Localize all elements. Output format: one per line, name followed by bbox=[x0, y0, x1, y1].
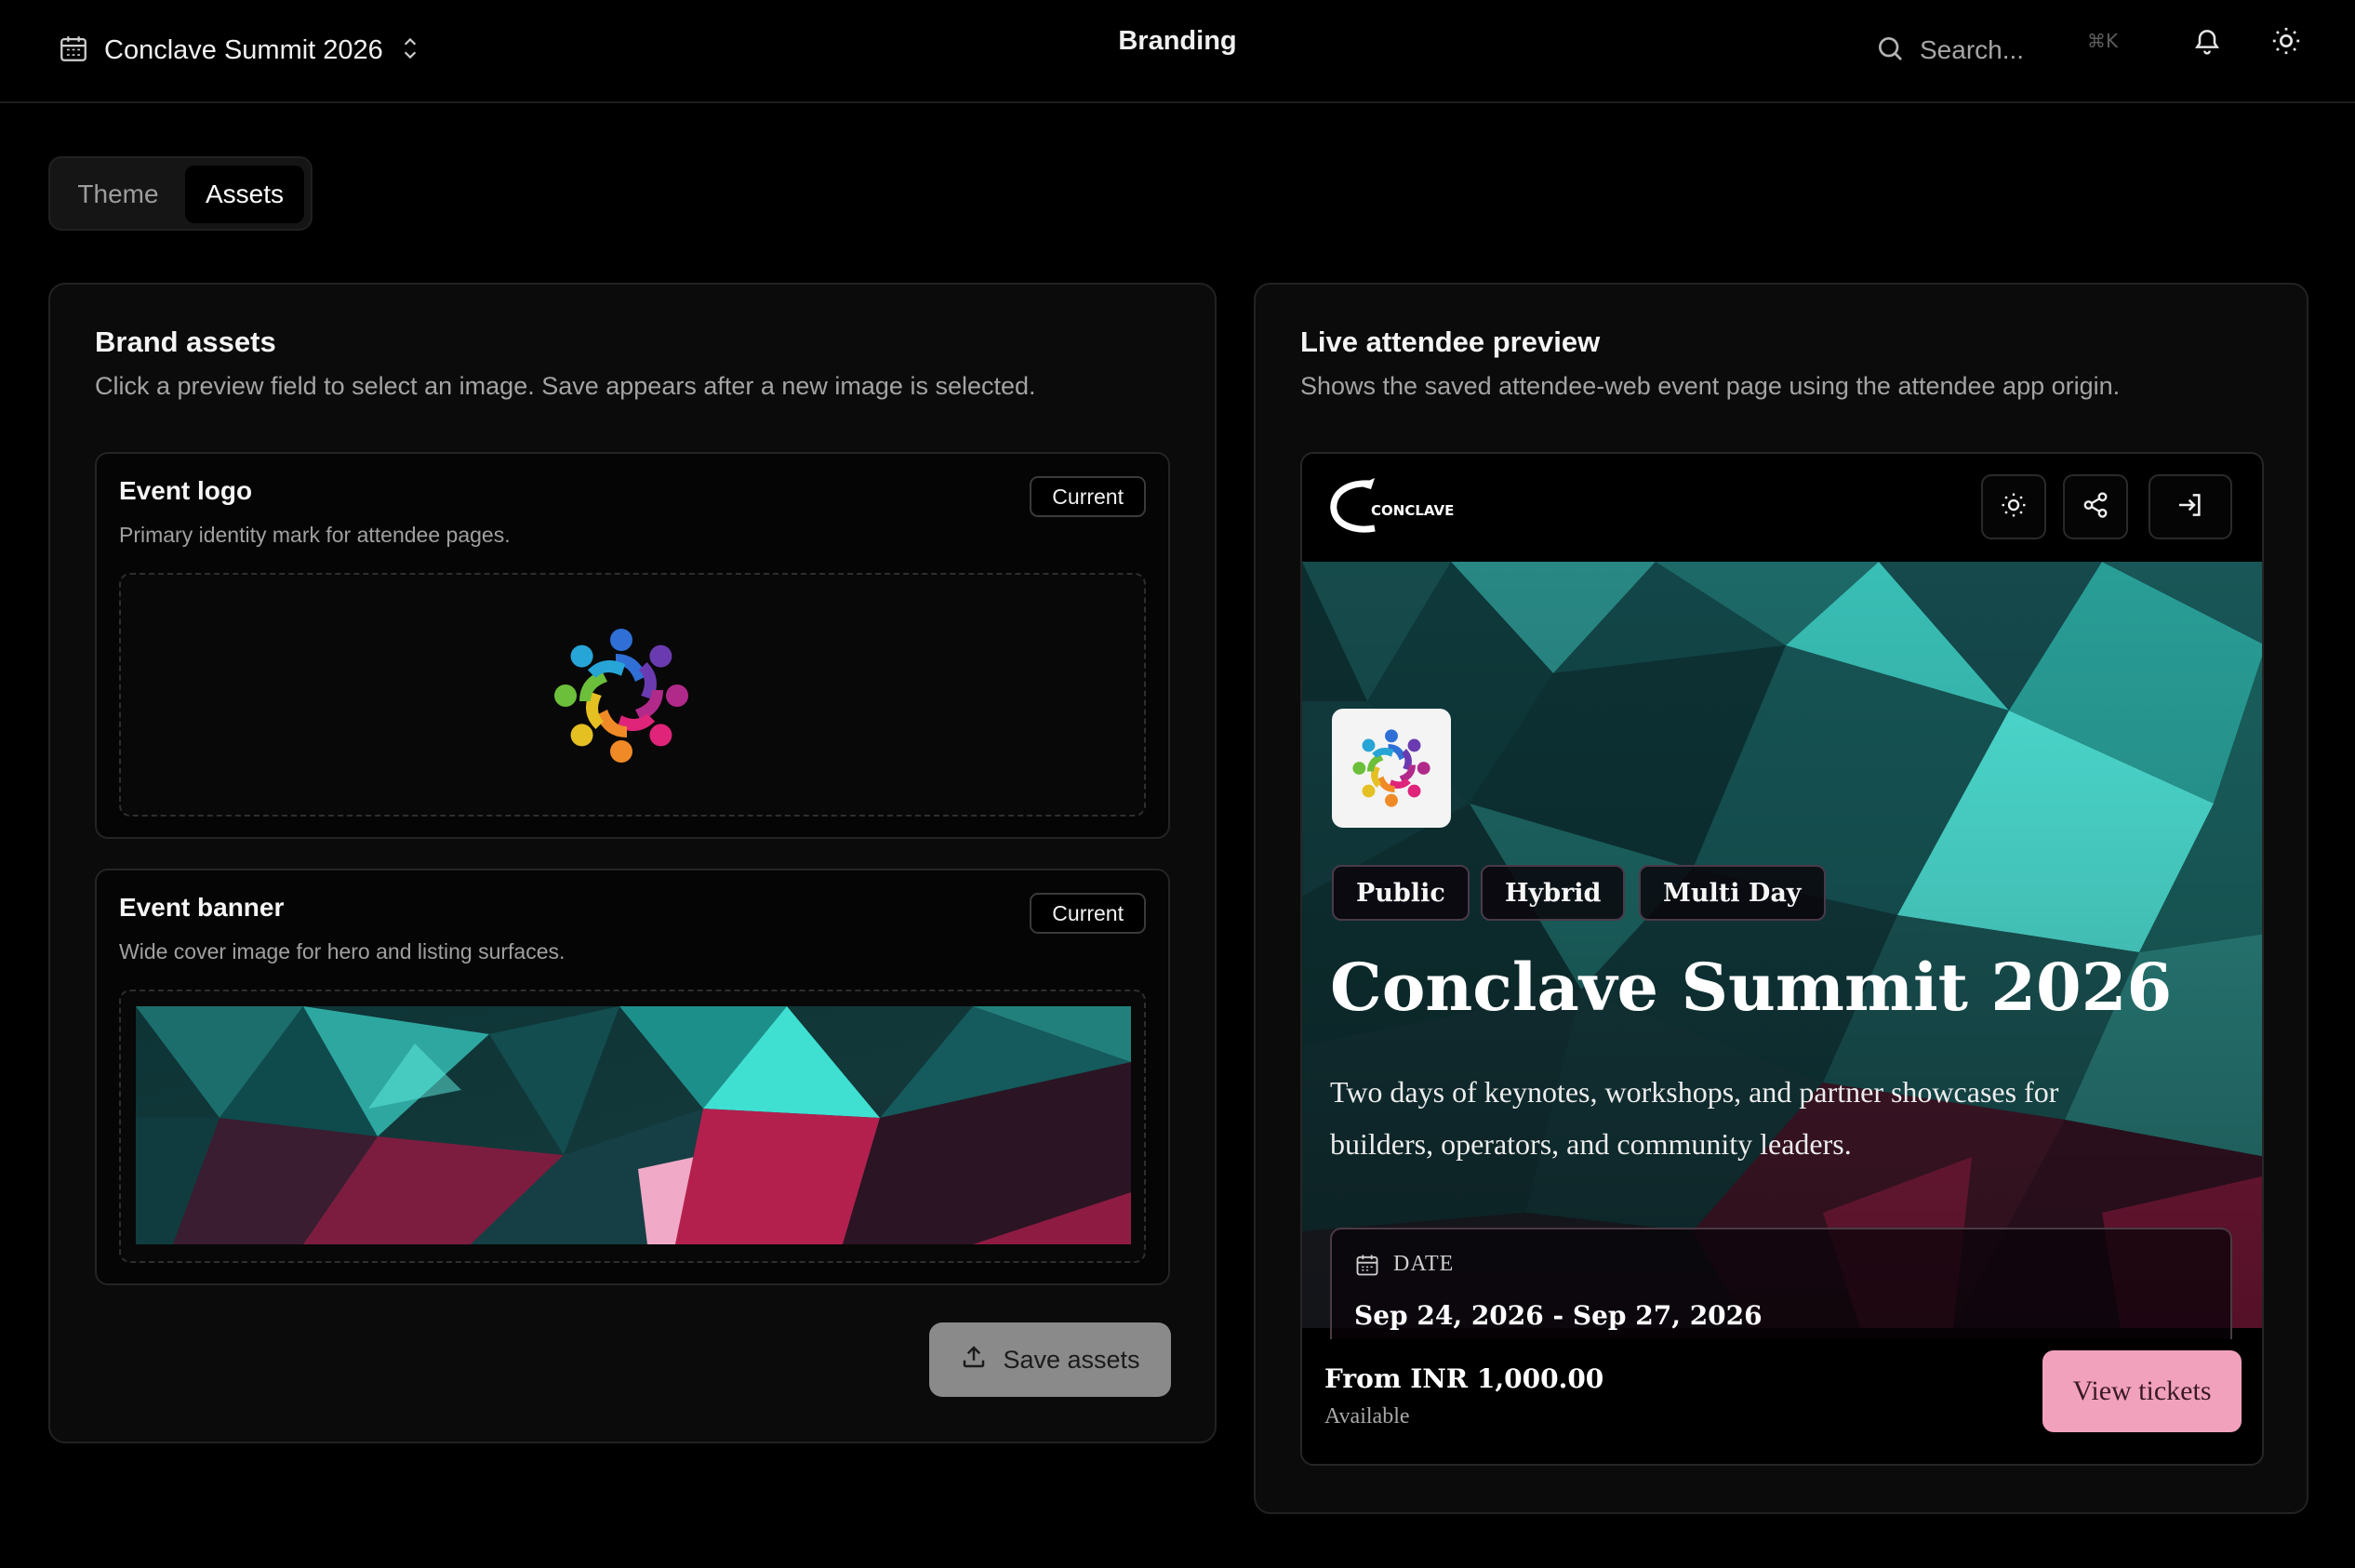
upload-icon bbox=[960, 1343, 988, 1377]
event-logo-description: Primary identity mark for attendee pages… bbox=[119, 523, 511, 547]
tab-theme[interactable]: Theme bbox=[58, 166, 179, 223]
date-card: DATE Sep 24, 2026 - Sep 27, 2026 bbox=[1330, 1228, 2232, 1339]
save-assets-button[interactable]: Save assets bbox=[929, 1322, 1171, 1397]
event-logo-image bbox=[554, 629, 688, 763]
preview-theme-button[interactable] bbox=[1981, 474, 2046, 539]
tab-assets[interactable]: Assets bbox=[185, 166, 304, 223]
event-name: Conclave Summit 2026 bbox=[104, 34, 383, 65]
tag-public: Public bbox=[1332, 865, 1470, 921]
preview-hero bbox=[1302, 562, 2262, 1328]
event-banner-title: Event banner bbox=[119, 893, 285, 922]
preview-event-title: Conclave Summit 2026 bbox=[1330, 949, 2173, 1026]
conclave-brand-logo: CONCLAVE bbox=[1330, 476, 1488, 542]
search-shortcut: ⌘K bbox=[2087, 30, 2119, 52]
preview-login-button[interactable] bbox=[2149, 474, 2232, 539]
event-banner-card: Event banner Wide cover image for hero a… bbox=[95, 869, 1170, 1285]
preview-share-button[interactable] bbox=[2063, 474, 2128, 539]
view-tickets-button[interactable]: View tickets bbox=[2042, 1350, 2242, 1432]
bell-icon bbox=[2192, 25, 2222, 61]
event-banner-description: Wide cover image for hero and listing su… bbox=[119, 939, 565, 963]
search-placeholder: Search... bbox=[1920, 35, 2025, 64]
brand-assets-description: Click a preview field to select an image… bbox=[95, 372, 1036, 400]
theme-toggle-button[interactable] bbox=[2258, 15, 2314, 71]
ticket-availability: Available bbox=[1324, 1404, 1410, 1428]
tag-multi-day: Multi Day bbox=[1639, 865, 1826, 921]
preview-ticket-footer: From INR 1,000.00 Available View tickets bbox=[1302, 1328, 2262, 1464]
event-banner-dropzone[interactable] bbox=[119, 990, 1146, 1263]
live-preview-description: Shows the saved attendee-web event page … bbox=[1300, 372, 2121, 400]
notifications-button[interactable] bbox=[2179, 15, 2235, 71]
event-switcher[interactable]: Conclave Summit 2026 bbox=[58, 24, 422, 76]
event-logo-dropzone[interactable] bbox=[119, 573, 1146, 817]
calendar-icon bbox=[1354, 1252, 1380, 1282]
live-preview-title: Live attendee preview bbox=[1300, 326, 1601, 358]
chevron-up-down-icon bbox=[398, 34, 422, 67]
svg-text:CONCLAVE: CONCLAVE bbox=[1371, 502, 1454, 519]
share-icon bbox=[2082, 491, 2109, 524]
branding-tabs: Theme Assets bbox=[48, 156, 313, 231]
brand-assets-title: Brand assets bbox=[95, 326, 276, 358]
calendar-icon bbox=[58, 33, 89, 69]
login-icon bbox=[2175, 490, 2205, 525]
preview-navbar: CONCLAVE bbox=[1302, 454, 2262, 562]
event-banner-status-badge: Current bbox=[1030, 893, 1146, 934]
ticket-price: From INR 1,000.00 bbox=[1324, 1363, 1604, 1394]
sun-icon bbox=[2270, 25, 2302, 61]
preview-event-logo bbox=[1332, 709, 1451, 828]
preview-event-description: Two days of keynotes, workshops, and par… bbox=[1330, 1075, 2059, 1161]
top-bar: Conclave Summit 2026 Branding Search... … bbox=[0, 0, 2355, 103]
event-logo-card: Event logo Primary identity mark for att… bbox=[95, 452, 1170, 839]
tag-hybrid: Hybrid bbox=[1481, 865, 1626, 921]
sun-icon bbox=[2000, 491, 2028, 524]
preview-hero-overlay bbox=[1302, 562, 2262, 1328]
event-logo-status-badge: Current bbox=[1030, 476, 1146, 517]
event-logo-title: Event logo bbox=[119, 476, 253, 505]
search-icon bbox=[1875, 33, 1905, 68]
save-assets-label: Save assets bbox=[1003, 1345, 1140, 1374]
date-value: Sep 24, 2026 - Sep 27, 2026 bbox=[1354, 1300, 1763, 1331]
date-label: DATE bbox=[1393, 1252, 1455, 1276]
event-banner-image bbox=[136, 1006, 1131, 1244]
